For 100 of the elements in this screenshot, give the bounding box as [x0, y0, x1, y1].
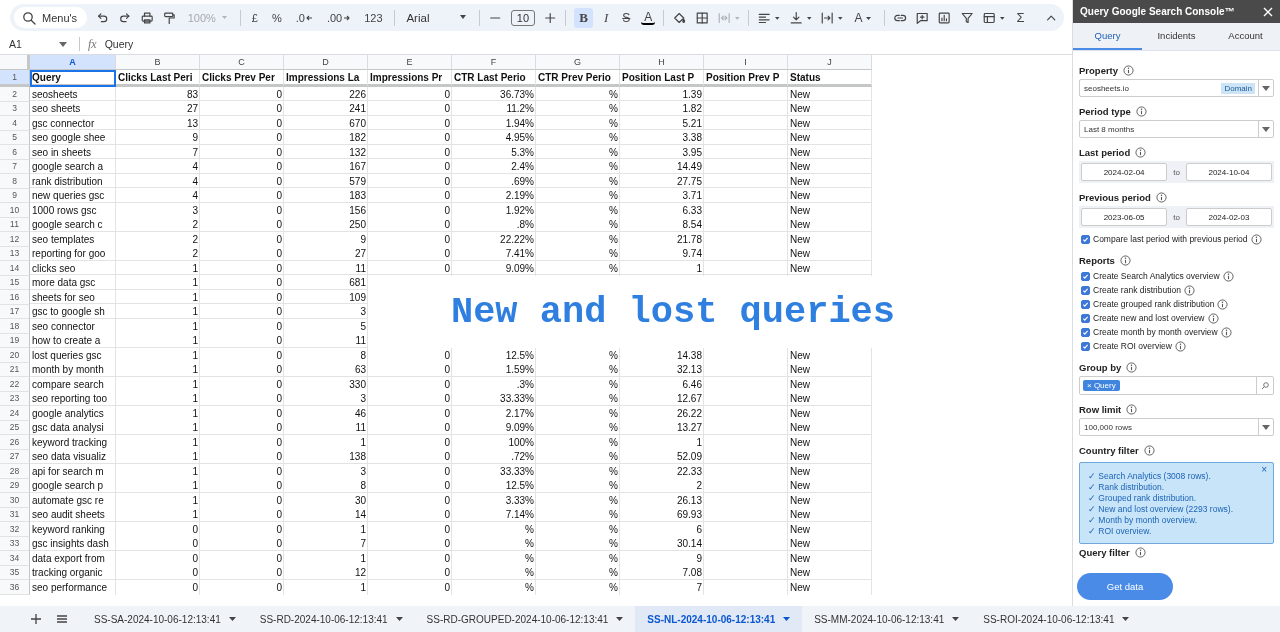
column-header[interactable]: I — [704, 55, 788, 70]
currency-button[interactable]: £ — [248, 9, 261, 26]
info-icon[interactable] — [1135, 106, 1147, 117]
info-icon[interactable] — [1135, 147, 1147, 158]
column-header[interactable]: E — [368, 55, 452, 70]
period-type-select[interactable]: Last 8 months — [1079, 120, 1274, 138]
info-icon[interactable] — [1155, 192, 1167, 203]
row-number: 10 — [0, 203, 30, 218]
info-icon[interactable] — [1207, 312, 1219, 324]
column-header[interactable]: J — [788, 55, 872, 70]
checkbox[interactable] — [1081, 271, 1090, 281]
row-limit-select[interactable]: 100,000 rows — [1079, 418, 1274, 436]
sheet-tab[interactable]: SS-NL-2024-10-06-12:13:41 — [635, 606, 803, 632]
info-icon[interactable] — [1217, 298, 1229, 310]
column-header[interactable]: G — [536, 55, 620, 70]
add-sheet-icon[interactable] — [30, 613, 42, 625]
strikethrough-button[interactable]: S — [619, 8, 634, 27]
menu-icon[interactable] — [56, 613, 68, 625]
table-cell-text: 26.13 — [675, 493, 703, 508]
info-icon[interactable] — [1250, 233, 1262, 245]
date-field[interactable]: 2024-02-03 — [1185, 208, 1272, 226]
property-select[interactable]: seosheets.io Domain — [1079, 79, 1274, 97]
column-header[interactable]: F — [452, 55, 536, 70]
column-header[interactable]: C — [200, 55, 284, 70]
font-select[interactable]: Arial — [402, 9, 472, 26]
info-icon[interactable] — [1183, 284, 1195, 296]
name-box[interactable]: A1 — [0, 36, 71, 52]
info-icon[interactable] — [1222, 270, 1234, 282]
query-chip[interactable]: × Query — [1083, 380, 1120, 391]
caret-icon[interactable] — [395, 617, 403, 621]
formula-field[interactable]: Query — [104, 38, 134, 50]
checkbox-label: Compare last period with previous period — [1093, 234, 1248, 244]
text-wrap-icon[interactable] — [820, 9, 844, 26]
date-field[interactable]: 2024-10-04 — [1185, 163, 1272, 181]
bold-button[interactable]: B — [574, 7, 593, 28]
caret-icon[interactable] — [952, 617, 960, 621]
caret-icon[interactable] — [616, 617, 624, 621]
paint-format-icon[interactable] — [162, 9, 177, 26]
info-icon[interactable] — [1123, 65, 1135, 76]
column-header[interactable]: D — [284, 55, 368, 70]
print-icon[interactable] — [139, 9, 155, 26]
info-icon[interactable] — [1126, 362, 1138, 373]
info-icon[interactable] — [1119, 255, 1131, 266]
dropdown-caret-icon[interactable] — [1262, 126, 1270, 132]
text-rotation-button[interactable]: A — [851, 11, 876, 24]
info-icon[interactable] — [1220, 326, 1232, 338]
checkbox[interactable] — [1081, 299, 1090, 309]
row-number[interactable]: 1 — [0, 70, 30, 87]
font-size-field[interactable]: 10 — [510, 9, 536, 26]
info-icon[interactable] — [1126, 404, 1138, 415]
increase-decimals-button[interactable]: .00 — [323, 9, 354, 26]
borders-icon[interactable] — [694, 9, 710, 26]
tab[interactable]: Account — [1211, 23, 1280, 50]
percent-button[interactable]: % — [268, 9, 285, 26]
column-header[interactable]: B — [116, 55, 200, 70]
table-cell-text: 32.13 — [675, 363, 703, 377]
group-by-field[interactable]: × Query — [1079, 376, 1274, 395]
date-field[interactable]: 2023-06-05 — [1081, 208, 1168, 226]
sheet-tab[interactable]: SS-RD-GROUPED-2024-10-06-12:13:41 — [414, 606, 636, 632]
menu-search-field[interactable]: Menu's — [14, 7, 88, 28]
dropdown-caret-icon[interactable] — [1262, 424, 1270, 430]
dropdown-caret-icon[interactable] — [1262, 85, 1270, 91]
column-header[interactable]: A — [30, 55, 116, 70]
dropdown-caret-icon[interactable] — [59, 41, 67, 47]
functions-button[interactable]: Σ — [1013, 8, 1028, 27]
caret-icon[interactable] — [783, 617, 791, 621]
checkbox[interactable] — [1081, 327, 1090, 337]
text-color-button[interactable]: A — [641, 10, 656, 25]
checkbox[interactable] — [1081, 313, 1090, 323]
checkbox-label: Create new and lost overview — [1093, 313, 1205, 323]
info-icon[interactable] — [1174, 340, 1186, 352]
tab[interactable]: Query — [1073, 23, 1142, 50]
info-icon[interactable] — [1143, 445, 1155, 456]
caret-icon[interactable] — [228, 617, 236, 621]
table-cell-text: New — [789, 435, 811, 450]
italic-button[interactable]: I — [600, 7, 612, 28]
caret-icon[interactable] — [1122, 617, 1130, 621]
row-number: 28 — [0, 464, 30, 479]
column-header[interactable]: H — [620, 55, 704, 70]
sheet-tab[interactable]: SS-SA-2024-10-06-12:13:41 — [82, 606, 248, 632]
table-cell-text: 46 — [353, 406, 367, 421]
vertical-align-icon[interactable] — [788, 9, 813, 26]
number-format-button[interactable]: 123 — [361, 9, 386, 26]
date-field[interactable]: 2024-02-04 — [1081, 163, 1168, 181]
search-icon[interactable] — [1261, 381, 1269, 390]
info-icon[interactable] — [1134, 547, 1146, 558]
sheet-tab[interactable]: SS-RD-2024-10-06-12:13:41 — [247, 606, 415, 632]
tab[interactable]: Incidents — [1142, 23, 1211, 50]
checkbox[interactable] — [1081, 285, 1090, 295]
close-icon[interactable] — [1263, 6, 1273, 17]
sheet-tab[interactable]: SS-MM-2024-10-06-12:13:41 — [802, 606, 972, 632]
checkbox[interactable] — [1081, 234, 1090, 244]
close-button[interactable]: × — [1261, 464, 1267, 475]
table-cell-text: New — [789, 116, 811, 131]
sheet-tab[interactable]: SS-ROI-2024-10-06-12:13:41 — [971, 606, 1142, 632]
decrease-decimals-button[interactable]: .0 — [292, 9, 316, 26]
checkbox[interactable] — [1081, 341, 1090, 351]
table-cell-text: % — [608, 377, 619, 392]
caret-icon — [863, 14, 873, 23]
chart-icon[interactable] — [937, 9, 952, 26]
